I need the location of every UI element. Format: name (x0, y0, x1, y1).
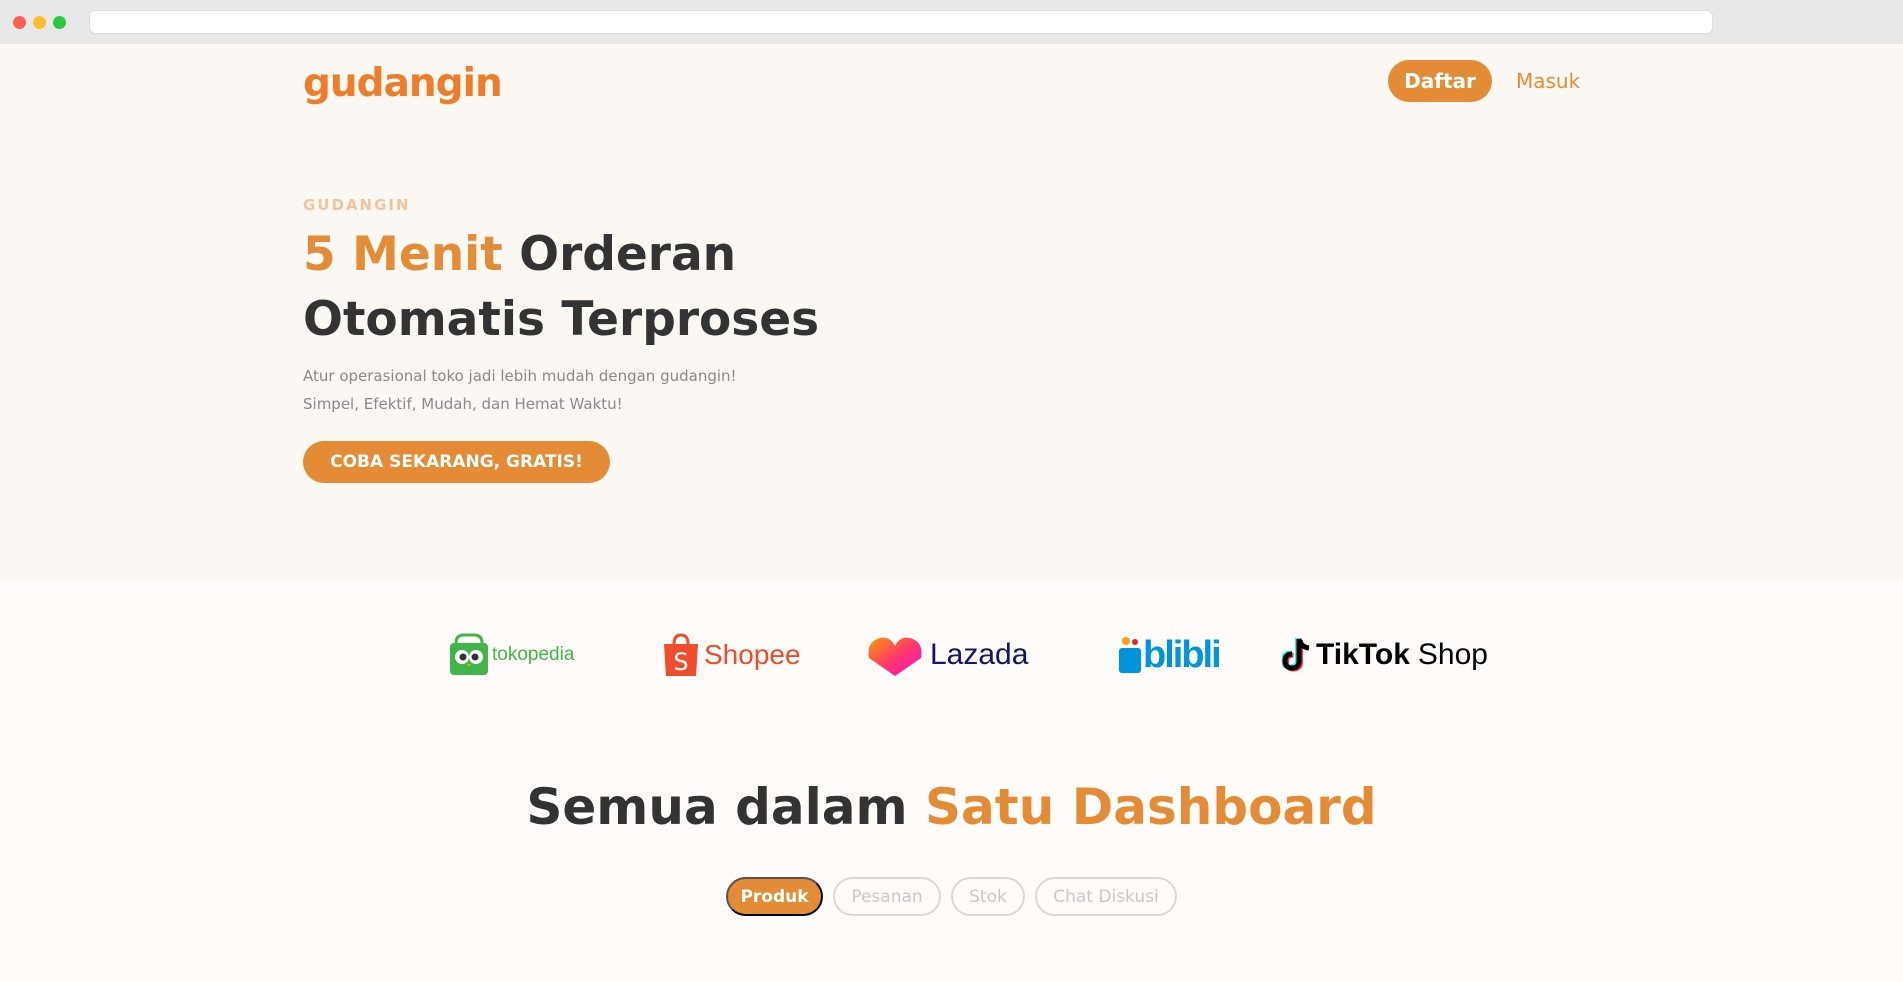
hero-section: gudangin Daftar Masuk GUDANGIN 5 Menit O… (0, 44, 1903, 581)
tab-pesanan[interactable]: Pesanan (833, 877, 941, 916)
headline-accent: 5 Menit (303, 227, 503, 282)
partner-tiktok-shop: TikTok Shop (1282, 625, 1488, 685)
maximize-window-button[interactable] (53, 16, 66, 29)
partner-name: Lazada (930, 638, 1029, 671)
section-title-accent: Satu Dashboard (925, 778, 1377, 836)
subtext-line-2: Simpel, Efektif, Mudah, dan Hemat Waktu! (303, 395, 623, 413)
logo-text: gudangin (303, 60, 503, 106)
minimize-window-button[interactable] (33, 16, 46, 29)
partner-name: tokopedia (492, 644, 575, 665)
blibli-logo-icon (1119, 637, 1141, 673)
shopee-logo-icon: S (664, 633, 698, 676)
partner-name: blibli (1143, 633, 1222, 676)
partner-blibli: blibli (1117, 625, 1222, 685)
lazada-logo-icon (868, 637, 922, 676)
register-button[interactable]: Daftar (1388, 60, 1492, 102)
svg-text:S: S (673, 648, 688, 676)
partner-name: Shopee (704, 639, 801, 670)
login-link[interactable]: Masuk (1516, 60, 1580, 102)
partner-tokopedia: tokopedia (448, 625, 574, 685)
partner-lazada: Lazada (866, 625, 1028, 685)
features-section: tokopedia S Shopee Lazada blibli TikTok … (0, 581, 1903, 981)
feature-tabs: Produk Pesanan Stok Chat Diskusi (0, 877, 1903, 916)
partner-suffix: Shop (1417, 638, 1488, 671)
tokopedia-logo-icon (450, 633, 488, 675)
hero-subtext: Atur operasional toko jadi lebih mudah d… (303, 362, 737, 418)
section-title-plain: Semua dalam (526, 778, 926, 836)
partner-shopee: S Shopee (662, 625, 801, 685)
partner-name: TikTok (1316, 638, 1410, 671)
subtext-line-1: Atur operasional toko jadi lebih mudah d… (303, 367, 737, 385)
close-window-button[interactable] (13, 16, 26, 29)
section-title: Semua dalam Satu Dashboard (0, 778, 1903, 836)
tab-produk[interactable]: Produk (726, 877, 823, 916)
hero-eyebrow: GUDANGIN (303, 196, 411, 214)
tiktok-logo-icon (1282, 638, 1310, 672)
browser-chrome (0, 0, 1903, 44)
brand-logo[interactable]: gudangin (303, 58, 503, 108)
tab-chat-diskusi[interactable]: Chat Diskusi (1035, 877, 1177, 916)
hero-headline: 5 Menit Orderan Otomatis Terproses (303, 222, 823, 352)
cta-try-free-button[interactable]: COBA SEKARANG, GRATIS! (303, 441, 610, 483)
tab-stok[interactable]: Stok (951, 877, 1025, 916)
address-bar[interactable] (89, 10, 1713, 34)
